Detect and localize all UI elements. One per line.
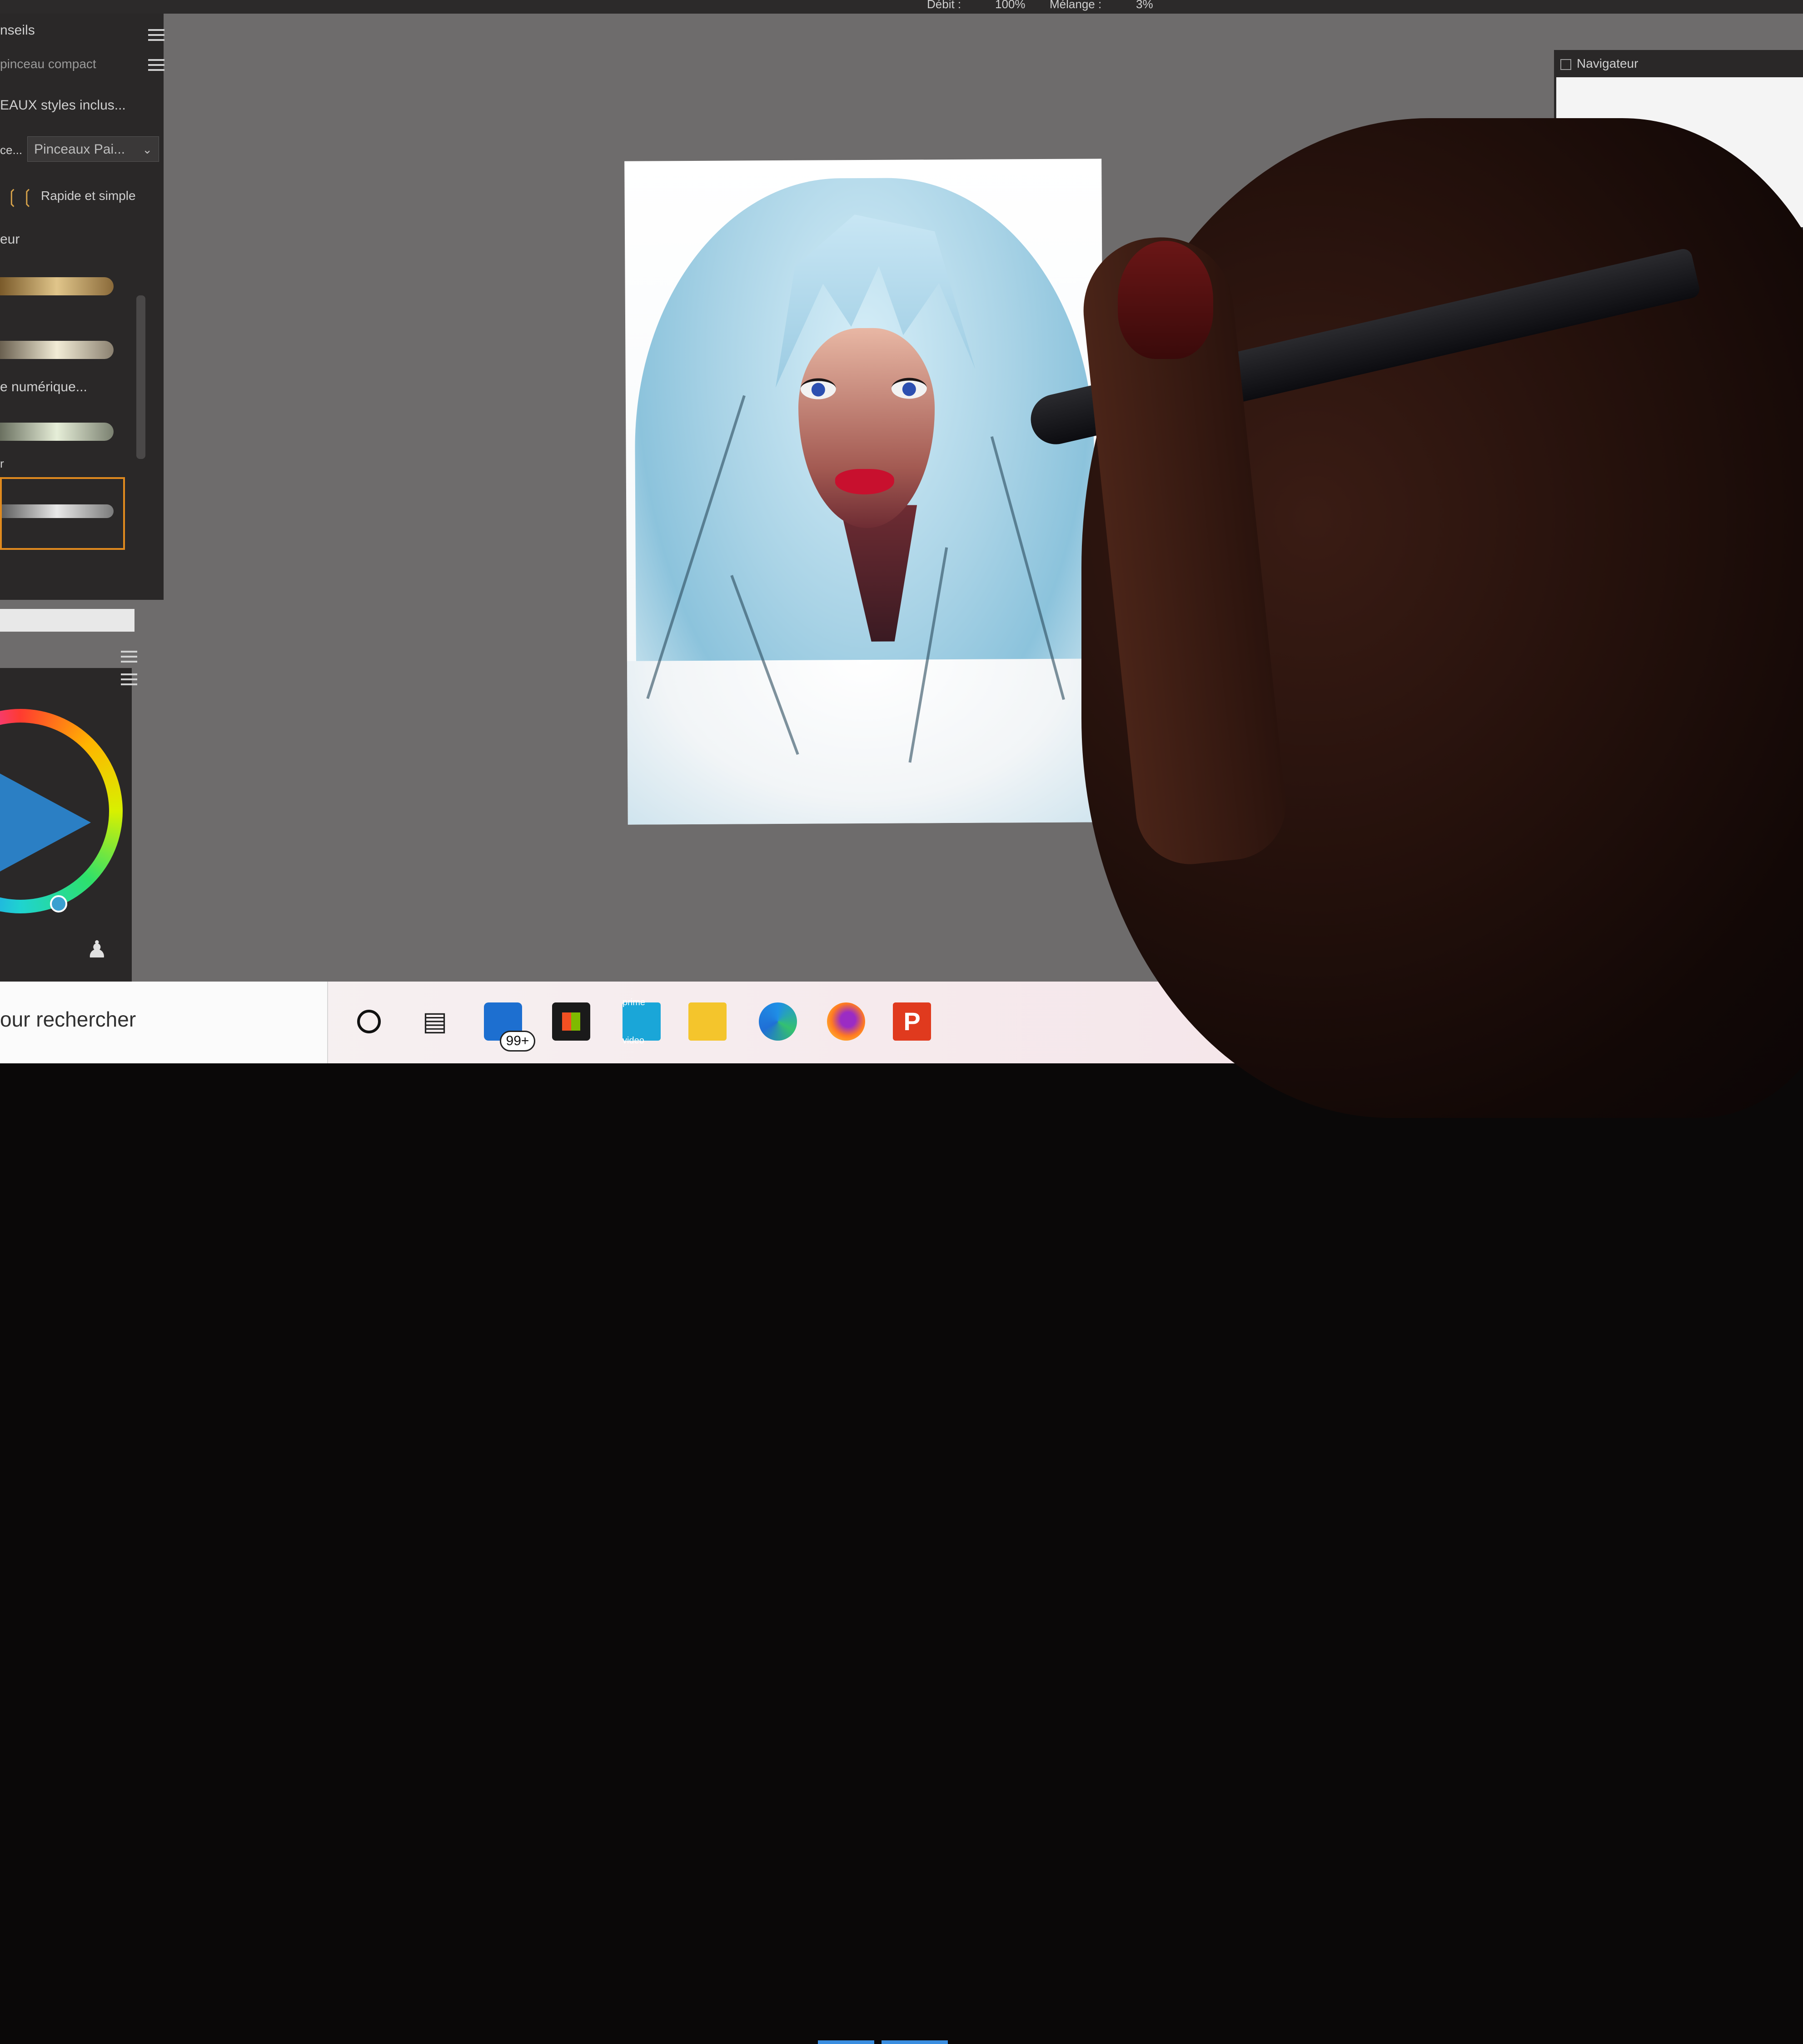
painter-active-indicator (882, 2040, 948, 2044)
search-placeholder: our rechercher (0, 1007, 136, 1031)
selected-brush-highlight[interactable] (0, 477, 125, 550)
brush-stroke-preview[interactable] (0, 341, 114, 359)
firefox-icon[interactable] (827, 1002, 865, 1041)
slider-menu-icon[interactable] (121, 651, 137, 663)
brush-category-icon: ❲❲ (5, 187, 35, 207)
panel-title: nseils (0, 23, 35, 38)
brush-selector-panel: nseils pinceau compact EAUX styles inclu… (0, 14, 164, 600)
blend-value[interactable]: 3% (1136, 0, 1153, 11)
left-eye-illustration (800, 378, 836, 399)
prime-video-icon[interactable]: prime video (623, 997, 661, 1046)
right-eye-illustration (891, 378, 927, 399)
brush-stroke-preview[interactable] (0, 277, 114, 295)
variant-label: e numérique... (0, 379, 87, 394)
firefox-active-indicator (818, 2040, 874, 2044)
category-value: Pinceaux Pai... (34, 142, 125, 157)
task-view-icon[interactable]: ▤ (416, 1002, 454, 1041)
color-mixer-icon[interactable]: ♟ (86, 936, 108, 963)
saturation-triangle[interactable] (0, 759, 91, 886)
navigator-checkbox[interactable] (1560, 59, 1571, 70)
panel-scrollbar[interactable] (136, 295, 145, 459)
mail-badge: 99+ (500, 1031, 535, 1052)
color-panel-menu-icon[interactable] (121, 673, 137, 685)
category-label: ce... (0, 143, 23, 157)
blend-label: Mélange : (1050, 0, 1102, 11)
painter-icon[interactable]: P (893, 1002, 931, 1041)
shirt-illustration (627, 658, 1105, 825)
hue-knob[interactable] (50, 895, 67, 912)
file-explorer-icon[interactable] (688, 1002, 727, 1041)
brush-library[interactable]: EAUX styles inclus... (0, 98, 126, 113)
chevron-down-icon: ⌄ (142, 143, 152, 156)
category-dropdown[interactable]: Pinceaux Pai... ⌄ (27, 136, 159, 162)
brush-name: pinceau compact (0, 57, 96, 71)
property-bar: Débit : 100% Mélange : 3% (0, 0, 1803, 14)
search-input[interactable]: our rechercher (0, 982, 328, 1063)
drawing-canvas[interactable] (624, 159, 1105, 825)
cortana-icon[interactable] (350, 1002, 388, 1041)
brush-stroke-preview[interactable] (0, 423, 114, 441)
store-icon[interactable] (552, 1002, 590, 1041)
brush-menu-icon[interactable] (148, 59, 164, 71)
variant-short: r (0, 457, 4, 470)
edge-icon[interactable] (759, 1002, 797, 1041)
quick-label: Rapide et simple (41, 189, 136, 203)
panel-menu-icon[interactable] (148, 29, 164, 41)
flow-value[interactable]: 100% (995, 0, 1026, 11)
color-wheel-panel: ♟ (0, 668, 137, 982)
windows-taskbar: our rechercher ▤ 99+ prime video P (0, 982, 1281, 2044)
navigator-title: Navigateur (1577, 56, 1639, 70)
flow-label: Débit : (927, 0, 961, 11)
opacity-slider[interactable] (0, 609, 134, 632)
fingernail-photo (1118, 241, 1213, 359)
group-label: eur (0, 232, 20, 247)
